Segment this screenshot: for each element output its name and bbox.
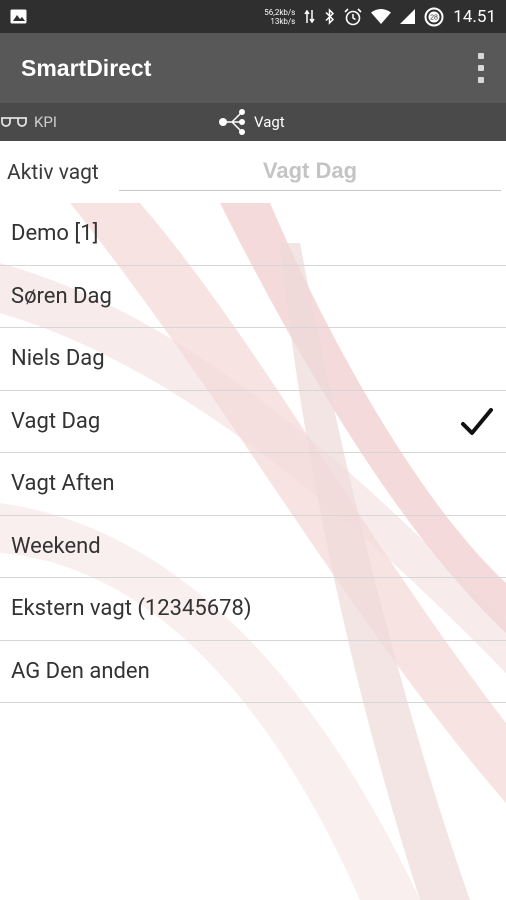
tab-kpi[interactable]: KPI <box>0 103 57 141</box>
list-item-label: Ekstern vagt (12345678) <box>11 596 252 622</box>
app-title: SmartDirect <box>21 54 152 81</box>
menu-dot <box>478 53 484 59</box>
tab-kpi-label: KPI <box>34 113 57 131</box>
checkmark-icon <box>461 407 493 435</box>
status-left <box>10 9 27 24</box>
network-speed-down: 13kb/s <box>270 16 296 26</box>
active-shift-value[interactable]: Vagt Dag <box>119 151 501 191</box>
status-bar: 56,2kb/s 13kb/s 28 14.51 <box>0 0 506 33</box>
list-item[interactable]: Vagt Aften <box>0 453 506 516</box>
shift-list-area: Demo [1] Søren Dag Niels Dag Vagt Dag Va… <box>0 203 506 900</box>
list-item[interactable]: Niels Dag <box>0 328 506 391</box>
bluetooth-icon <box>325 8 335 25</box>
wifi-icon <box>371 9 392 24</box>
list-item[interactable]: Vagt Dag <box>0 391 506 453</box>
cell-signal-icon <box>400 9 416 24</box>
list-item[interactable]: Demo [1] <box>0 203 506 266</box>
list-item-label: Niels Dag <box>11 346 105 372</box>
active-shift-row: Aktiv vagt Vagt Dag <box>0 141 506 203</box>
list-item-label: Demo [1] <box>11 221 99 247</box>
menu-dot <box>478 65 484 71</box>
data-transfer-icon <box>304 9 315 24</box>
network-speed: 56,2kb/s 13kb/s <box>264 8 295 26</box>
list-item-label: Weekend <box>11 533 101 559</box>
list-item-label: Vagt Dag <box>11 408 101 434</box>
list-item[interactable]: Ekstern vagt (12345678) <box>0 578 506 641</box>
list-item-label: Søren Dag <box>11 283 112 309</box>
list-item-label: AG Den anden <box>11 658 150 684</box>
tab-bar: KPI Vagt <box>0 103 506 141</box>
clock: 14.51 <box>453 6 496 27</box>
list-item[interactable]: Søren Dag <box>0 266 506 328</box>
network-speed-up: 56,2kb/s <box>264 7 296 17</box>
tab-vagt[interactable]: Vagt <box>218 103 285 141</box>
app-bar: SmartDirect <box>0 33 506 103</box>
glasses-icon <box>1 117 27 127</box>
active-shift-label: Aktiv vagt <box>7 161 99 185</box>
battery-icon: 28 <box>424 7 444 26</box>
list-item-label: Vagt Aften <box>11 471 115 497</box>
battery-level: 28 <box>430 14 438 21</box>
list-item[interactable]: AG Den anden <box>0 641 506 703</box>
menu-dot <box>478 77 484 83</box>
status-right: 56,2kb/s 13kb/s 28 14.51 <box>264 7 496 27</box>
list-item[interactable]: Weekend <box>0 516 506 578</box>
tab-vagt-label: Vagt <box>254 113 285 131</box>
overflow-menu-button[interactable] <box>476 53 486 83</box>
image-notification-icon <box>10 9 27 24</box>
share-node-icon <box>219 109 245 135</box>
alarm-icon <box>344 7 362 25</box>
shift-list: Demo [1] Søren Dag Niels Dag Vagt Dag Va… <box>0 203 506 703</box>
